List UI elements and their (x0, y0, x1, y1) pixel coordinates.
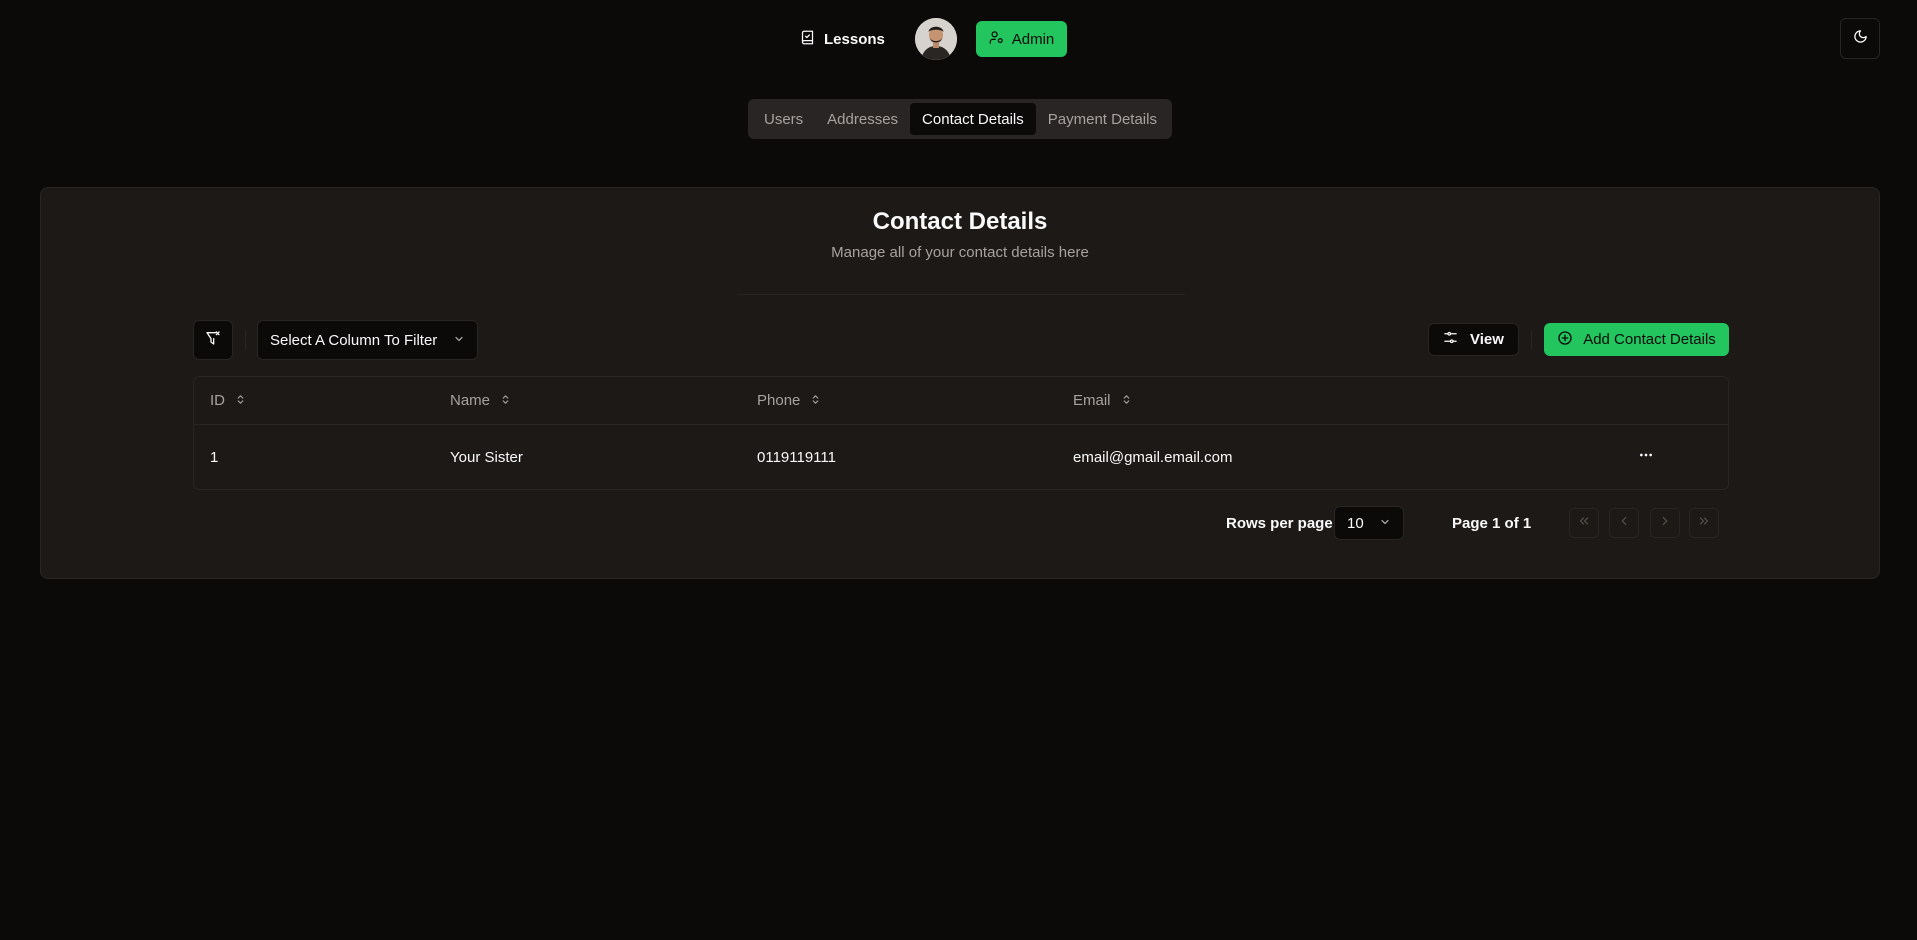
clear-filter-button[interactable] (193, 320, 233, 360)
tab-users[interactable]: Users (752, 103, 815, 135)
sort-icon (810, 392, 821, 409)
top-navigation: Lessons Admin (0, 0, 1917, 78)
next-page-button[interactable] (1650, 508, 1680, 538)
column-header-id[interactable]: ID (210, 377, 246, 424)
chevron-down-icon (453, 332, 465, 349)
plus-circle-icon (1557, 330, 1573, 350)
notebook-icon (800, 30, 815, 49)
theme-toggle-button[interactable] (1840, 18, 1880, 59)
column-header-name[interactable]: Name (450, 377, 511, 424)
page-subtitle: Manage all of your contact details here (831, 244, 1089, 261)
divider (245, 330, 246, 350)
column-filter-label: Select A Column To Filter (270, 331, 438, 349)
cell-name: Your Sister (450, 448, 523, 466)
divider (737, 294, 1185, 295)
tab-payment-details[interactable]: Payment Details (1036, 103, 1169, 135)
view-options-button[interactable]: View (1428, 323, 1519, 356)
sort-icon (235, 392, 246, 409)
column-header-label: ID (210, 392, 225, 409)
filter-x-icon (205, 330, 221, 351)
chevrons-left-icon (1577, 514, 1591, 533)
row-actions-button[interactable] (1634, 447, 1658, 467)
page-title: Contact Details (872, 208, 1048, 235)
last-page-button[interactable] (1689, 508, 1719, 538)
column-header-label: Name (450, 392, 491, 409)
tab-contact-details[interactable]: Contact Details (910, 103, 1036, 135)
column-header-label: Email (1073, 392, 1111, 409)
lessons-label: Lessons (824, 30, 885, 48)
table-row[interactable]: 1 Your Sister 0119119111 email@gmail.ema… (194, 425, 1728, 489)
table-header: ID Name Phone Email (194, 377, 1728, 425)
lessons-link[interactable]: Lessons (800, 26, 885, 52)
page-indicator: Page 1 of 1 (1452, 514, 1532, 532)
column-header-phone[interactable]: Phone (757, 377, 821, 424)
rows-per-page-value: 10 (1347, 514, 1364, 532)
cell-email: email@gmail.email.com (1073, 448, 1233, 466)
view-label: View (1470, 331, 1504, 348)
sort-icon (500, 392, 511, 409)
rows-per-page-select[interactable]: 10 (1334, 506, 1404, 540)
chevrons-right-icon (1697, 514, 1711, 533)
add-contact-details-button[interactable]: Add Contact Details (1544, 323, 1729, 356)
add-contact-details-label: Add Contact Details (1583, 331, 1716, 348)
column-header-email[interactable]: Email (1073, 377, 1132, 424)
sort-icon (1121, 392, 1132, 409)
contact-details-card: Contact Details Manage all of your conta… (40, 187, 1880, 579)
user-cog-icon (989, 30, 1004, 49)
tab-addresses[interactable]: Addresses (815, 103, 910, 135)
chevron-down-icon (1379, 515, 1391, 532)
section-tabs: Users Addresses Contact Details Payment … (748, 99, 1172, 139)
chevron-right-icon (1658, 514, 1672, 533)
ellipsis-icon (1638, 447, 1654, 468)
cell-phone: 0119119111 (757, 448, 836, 466)
column-filter-select[interactable]: Select A Column To Filter (257, 320, 478, 360)
avatar[interactable] (915, 18, 957, 60)
admin-label: Admin (1011, 30, 1055, 48)
chevron-left-icon (1617, 514, 1631, 533)
contact-details-table: ID Name Phone Email 1 Your Sister 011911… (193, 376, 1729, 490)
pagination: Rows per page 10 Page 1 of 1 (41, 506, 1879, 540)
admin-button[interactable]: Admin (976, 21, 1067, 57)
previous-page-button[interactable] (1609, 508, 1639, 538)
column-header-label: Phone (757, 392, 801, 409)
sliders-icon (1443, 330, 1458, 349)
first-page-button[interactable] (1569, 508, 1599, 538)
moon-icon (1853, 29, 1868, 49)
rows-per-page-label: Rows per page (1226, 514, 1333, 532)
cell-id: 1 (210, 448, 219, 466)
divider (1531, 330, 1532, 350)
